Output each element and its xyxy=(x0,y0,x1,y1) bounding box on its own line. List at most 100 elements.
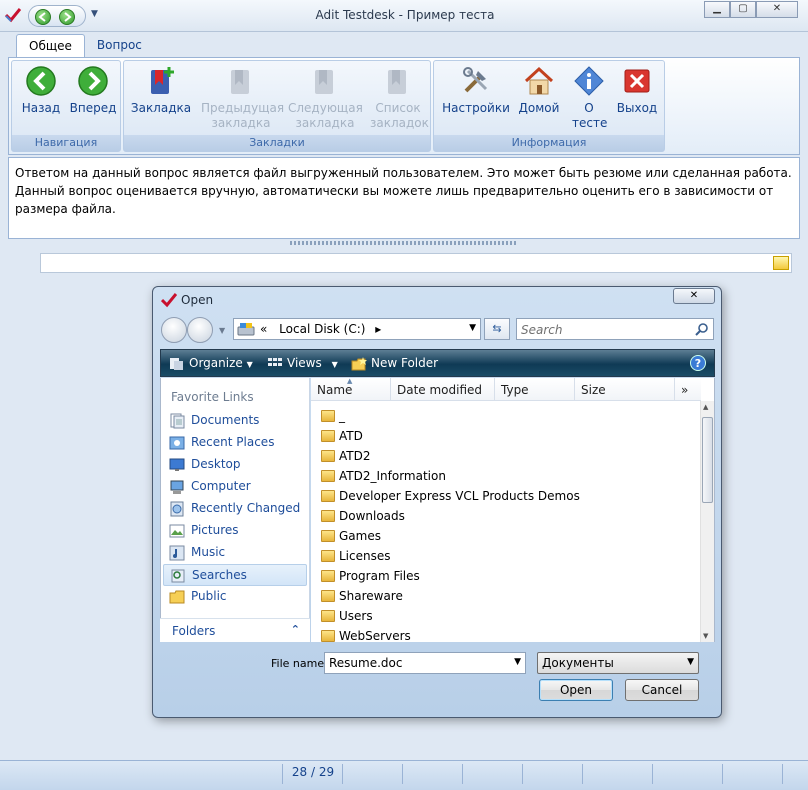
organize-button[interactable]: Organize ▼ xyxy=(169,356,253,371)
column-size[interactable]: Size xyxy=(575,378,675,401)
ribbon-group-label: Навигация xyxy=(12,135,120,151)
file-list-pane: ▲ Name Date modified Type Size » _ ATD ATD… xyxy=(311,377,715,643)
favorite-computer[interactable]: Computer xyxy=(163,476,307,498)
ribbon-group-bookmarks: Закладка Предыдущая закладка Следующая з… xyxy=(123,60,431,152)
prev-bookmark-button[interactable]: Предыдущая закладка xyxy=(196,65,286,131)
search-icon[interactable] xyxy=(695,322,709,336)
close-icon: ✕ xyxy=(689,290,699,301)
favorite-searches[interactable]: Searches xyxy=(163,564,307,586)
forward-button[interactable]: Вперед xyxy=(68,65,118,116)
folder-icon xyxy=(321,470,335,482)
file-list-item[interactable]: ATD xyxy=(319,426,363,446)
refresh-button[interactable]: ⇆ xyxy=(484,318,510,340)
forward-arrow-icon[interactable] xyxy=(187,317,213,343)
file-list-item[interactable]: Developer Express VCL Products Demos xyxy=(319,486,580,506)
scrollbar-thumb[interactable] xyxy=(702,417,713,503)
more-columns-button[interactable]: » xyxy=(675,378,701,401)
search-input[interactable]: Search xyxy=(516,318,714,340)
window-title: Adit Testdesk - Пример теста xyxy=(315,8,495,22)
favorite-pictures[interactable]: Pictures xyxy=(163,520,307,542)
forward-arrow-icon[interactable] xyxy=(59,9,75,25)
bookmark-list-icon xyxy=(382,65,414,97)
scroll-down-icon[interactable]: ▼ xyxy=(703,632,708,640)
favorites-header: Favorite Links xyxy=(171,390,254,404)
folder-icon xyxy=(321,510,335,522)
column-date-modified[interactable]: Date modified xyxy=(391,378,495,401)
close-button[interactable]: ✕ xyxy=(756,1,798,18)
file-name: ATD2_Information xyxy=(339,469,446,483)
folder-icon xyxy=(321,410,335,422)
chevron-down-icon[interactable]: ▼ xyxy=(469,323,476,333)
file-list-item[interactable]: Downloads xyxy=(319,506,405,526)
folders-toggle[interactable]: Folders ⌃ xyxy=(160,618,310,642)
column-name[interactable]: ▲ Name xyxy=(311,377,391,401)
new-folder-button[interactable]: New Folder xyxy=(351,356,438,371)
settings-button[interactable]: Настройки xyxy=(440,65,512,116)
chevron-down-icon[interactable]: ▼ xyxy=(91,9,101,23)
address-bar[interactable]: « Local Disk (C:) ▸ ▼ xyxy=(233,318,481,340)
cancel-button[interactable]: Cancel xyxy=(625,679,699,701)
file-type-select[interactable]: Документы ▼ xyxy=(537,652,699,674)
answer-file-field[interactable] xyxy=(40,253,792,273)
vertical-scrollbar[interactable]: ▲ ▼ xyxy=(700,401,714,642)
file-name-input[interactable]: Resume.doc ▼ xyxy=(324,652,526,674)
address-separator[interactable]: ▸ xyxy=(375,322,381,336)
file-list-item[interactable]: Program Files xyxy=(319,566,420,586)
command-bar: Organize ▼ Views ▼ New Folder ? xyxy=(160,349,715,377)
documents-icon xyxy=(170,413,185,429)
checkmark-logo-icon[interactable] xyxy=(5,7,21,23)
next-bookmark-button[interactable]: Следующая закладка xyxy=(286,65,364,131)
file-list-item[interactable]: _ xyxy=(319,406,345,426)
favorite-recent-places[interactable]: Recent Places xyxy=(163,432,307,454)
folder-icon xyxy=(321,550,335,562)
file-name: ATD xyxy=(339,429,363,443)
file-name: _ xyxy=(339,409,345,423)
address-path[interactable]: Local Disk (C:) xyxy=(279,322,365,336)
maximize-icon: ▢ xyxy=(738,3,748,14)
favorite-music[interactable]: Music xyxy=(163,542,307,564)
back-button[interactable]: Назад xyxy=(16,65,66,116)
file-name: WebServers xyxy=(339,629,411,643)
favorite-desktop[interactable]: Desktop xyxy=(163,454,307,476)
tab-general[interactable]: Общее xyxy=(16,34,85,58)
column-type[interactable]: Type xyxy=(495,378,575,401)
green-back-arrow-icon xyxy=(25,65,57,97)
favorite-recently-changed[interactable]: Recently Changed xyxy=(163,498,307,520)
folder-icon xyxy=(321,530,335,542)
home-button[interactable]: Домой xyxy=(514,65,564,116)
scroll-up-icon[interactable]: ▲ xyxy=(703,403,708,411)
chevron-down-icon[interactable]: ▼ xyxy=(514,657,521,667)
history-dropdown-icon[interactable]: ▼ xyxy=(219,326,225,335)
open-button[interactable]: Open xyxy=(539,679,613,701)
favorite-documents[interactable]: Documents xyxy=(163,410,307,432)
bookmark-list-button[interactable]: Список закладок xyxy=(368,65,429,131)
help-icon[interactable]: ? xyxy=(690,355,706,371)
file-list-item[interactable]: Licenses xyxy=(319,546,391,566)
file-list-item[interactable]: Shareware xyxy=(319,586,403,606)
maximize-button[interactable]: ▢ xyxy=(730,1,756,18)
about-test-button[interactable]: О тесте xyxy=(566,65,612,131)
file-list-item[interactable]: ATD2 xyxy=(319,446,370,466)
file-list-item[interactable]: Users xyxy=(319,606,373,626)
dialog-title: Open xyxy=(181,293,214,307)
ribbon-group-information: Настройки Домой О тесте Выход Информация xyxy=(433,60,665,152)
favorite-public[interactable]: Public xyxy=(163,586,307,608)
back-arrow-icon[interactable] xyxy=(35,9,51,25)
ribbon-group-label: Закладки xyxy=(124,135,430,151)
bookmark-button[interactable]: Закладка xyxy=(130,65,192,116)
splitter-handle[interactable] xyxy=(290,241,516,245)
back-arrow-icon[interactable] xyxy=(161,317,187,343)
file-list-item[interactable]: Games xyxy=(319,526,381,546)
info-icon xyxy=(573,65,605,97)
folder-icon[interactable] xyxy=(773,256,789,270)
file-name: Developer Express VCL Products Demos xyxy=(339,489,580,503)
dialog-close-button[interactable]: ✕ xyxy=(673,288,715,304)
file-list-item[interactable]: ATD2_Information xyxy=(319,466,446,486)
file-list-item[interactable]: WebServers xyxy=(319,626,411,646)
chevron-down-icon: ▼ xyxy=(687,657,694,667)
minimize-button[interactable]: ▁ xyxy=(704,1,730,18)
exit-button[interactable]: Выход xyxy=(614,65,660,116)
views-button[interactable]: Views ▼ xyxy=(267,356,338,371)
tab-question[interactable]: Вопрос xyxy=(85,34,154,58)
page-counter: 28 / 29 xyxy=(291,765,335,779)
